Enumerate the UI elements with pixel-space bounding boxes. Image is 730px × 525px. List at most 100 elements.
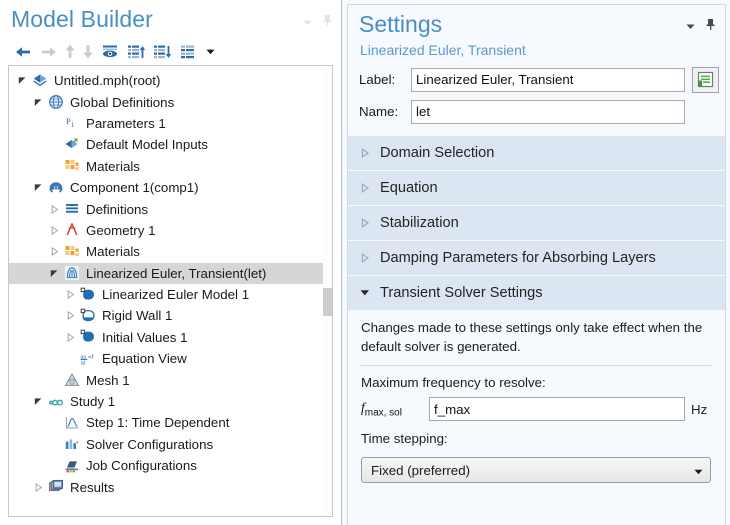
twisty-collapsed-icon[interactable] [63, 311, 78, 320]
section-header-transient-solver-settings[interactable]: Transient Solver Settings [348, 275, 725, 310]
tree-node-equation-view[interactable]: au at =fEquation View [9, 348, 332, 369]
section-header-stabilization[interactable]: Stabilization [348, 205, 725, 240]
twisty-expanded-icon[interactable] [360, 288, 380, 298]
section-title: Stabilization [380, 215, 459, 231]
tree-node-solver-configurations[interactable]: Solver Configurations [9, 434, 332, 455]
pin-icon[interactable] [705, 18, 716, 31]
model-tree[interactable]: Untitled.mph(root) Global Definitions P i… [9, 70, 332, 516]
section-title: Domain Selection [380, 145, 494, 161]
tree-node-materials[interactable]: Materials [9, 241, 332, 262]
list-icon[interactable] [175, 41, 201, 63]
twisty-collapsed-icon[interactable] [360, 218, 380, 228]
twisty-collapsed-icon[interactable] [360, 183, 380, 193]
tree-node-geometry-1[interactable]: Geometry 1 [9, 220, 332, 241]
tree-node-linearized-euler-model-1[interactable]: Linearized Euler Model 1 [9, 284, 332, 305]
twisty-expanded-icon[interactable] [31, 98, 46, 107]
svg-text:=f: =f [88, 354, 94, 361]
solver-note: Changes made to these settings only take… [361, 319, 711, 365]
twisty-collapsed-icon[interactable] [47, 205, 62, 214]
mesh-triangle-icon [62, 372, 82, 388]
settings-header: Settings Linearized Euler, Transient [348, 5, 725, 61]
pin-icon[interactable] [322, 14, 333, 27]
tree-node-global-definitions[interactable]: Global Definitions [9, 91, 332, 112]
fmax-symbol-subscript: max, sol [365, 407, 402, 418]
tree-node-label: Job Configurations [82, 458, 197, 473]
tree-node-label: Materials [82, 244, 140, 259]
chevron-down-icon[interactable] [302, 15, 313, 26]
settings-inner: Settings Linearized Euler, Transient [347, 4, 726, 525]
definitions-icon [62, 201, 82, 217]
time-stepping-select[interactable]: Fixed (preferred) [361, 457, 711, 483]
twisty-collapsed-icon[interactable] [63, 333, 78, 342]
eye-show-icon[interactable] [97, 41, 123, 63]
tree-node-label: Untitled.mph [50, 73, 129, 88]
section-header-damping-parameters-for-absorbing-layers[interactable]: Damping Parameters for Absorbing Layers [348, 240, 725, 275]
arrow-right-icon[interactable] [35, 41, 61, 63]
tree-node-label: Mesh 1 [82, 373, 130, 388]
section-divider [361, 365, 711, 366]
fmax-input[interactable] [429, 397, 685, 421]
tree-node-definitions[interactable]: Definitions [9, 198, 332, 219]
name-input[interactable] [411, 100, 685, 124]
comsol-window: Model Builder [0, 0, 730, 525]
twisty-expanded-icon[interactable] [47, 269, 62, 278]
chevron-down-icon[interactable] [201, 41, 219, 63]
name-field-row: Name: [348, 98, 725, 125]
svg-text:Ω: Ω [54, 185, 59, 192]
tree-node-job-configurations[interactable]: Job Configurations [9, 455, 332, 476]
twisty-expanded-icon[interactable] [31, 183, 46, 192]
tree-node-mesh-1[interactable]: Mesh 1 [9, 369, 332, 390]
tree-node-label: Global Definitions [66, 95, 174, 110]
arrow-left-icon[interactable] [9, 41, 35, 63]
twisty-collapsed-icon[interactable] [31, 483, 46, 492]
twisty-collapsed-icon[interactable] [47, 247, 62, 256]
tree-node-tag: (root) [129, 73, 161, 88]
tree-scrollbar[interactable] [323, 66, 332, 516]
twisty-collapsed-icon[interactable] [47, 226, 62, 235]
tree-node-results[interactable]: Results [9, 476, 332, 497]
twisty-collapsed-icon[interactable] [360, 253, 380, 263]
tree-node-rigid-wall-1[interactable]: Rigid Wall 1 [9, 305, 332, 326]
twisty-expanded-icon[interactable] [31, 397, 46, 406]
tree-node-initial-values-1[interactable]: Initial Values 1 [9, 327, 332, 348]
label-input[interactable] [411, 68, 685, 92]
settings-sections: Domain Selection Equation Stabilization Dam… [348, 135, 725, 310]
job-config-icon [62, 458, 82, 474]
tree-node-label: Step 1: Time Dependent [82, 415, 229, 430]
arrow-down-icon[interactable] [79, 41, 97, 63]
tree-node-materials[interactable]: Materials [9, 156, 332, 177]
tree-node-tag: (let) [243, 266, 266, 281]
fmax-symbol: fmax, sol [361, 400, 423, 419]
collapse-all-icon[interactable] [123, 41, 149, 63]
twisty-expanded-icon[interactable] [15, 76, 30, 85]
section-header-domain-selection[interactable]: Domain Selection [348, 135, 725, 170]
name-field-caption: Name: [359, 104, 411, 119]
tree-node-study-1[interactable]: Study 1 [9, 391, 332, 412]
section-header-equation[interactable]: Equation [348, 170, 725, 205]
tree-node-untitled-mph[interactable]: Untitled.mph(root) [9, 70, 332, 91]
results-icon [46, 479, 66, 495]
tree-node-component-1[interactable]: ΩComponent 1(comp1) [9, 177, 332, 198]
tree-node-default-model-inputs[interactable]: Default Model Inputs [9, 134, 332, 155]
svg-text:at: at [81, 360, 86, 366]
chevron-down-icon [693, 465, 704, 476]
tree-node-step-1-time-dependent[interactable]: Step 1: Time Dependent [9, 412, 332, 433]
chevron-down-icon[interactable] [685, 19, 696, 30]
solver-config-icon [62, 436, 82, 452]
label-field-caption: Label: [359, 72, 411, 87]
tree-node-label: Solver Configurations [82, 437, 213, 452]
tree-scrollbar-thumb[interactable] [323, 288, 332, 316]
domain-filled-icon [78, 287, 98, 303]
tree-node-label: Definitions [82, 202, 148, 217]
edit-label-icon[interactable] [692, 67, 719, 93]
expand-all-icon[interactable] [149, 41, 175, 63]
tree-node-linearized-euler-transient[interactable]: Linearized Euler, Transient(let) [9, 263, 332, 284]
tree-node-label: Default Model Inputs [82, 137, 208, 152]
parameters-pi-icon: P i [62, 115, 82, 131]
arrow-up-icon[interactable] [61, 41, 79, 63]
tree-node-parameters-1[interactable]: P iParameters 1 [9, 113, 332, 134]
tree-node-label: Component 1 [66, 180, 150, 195]
twisty-collapsed-icon[interactable] [63, 290, 78, 299]
twisty-collapsed-icon[interactable] [360, 148, 380, 158]
max-frequency-label: Maximum frequency to resolve: [361, 374, 711, 397]
